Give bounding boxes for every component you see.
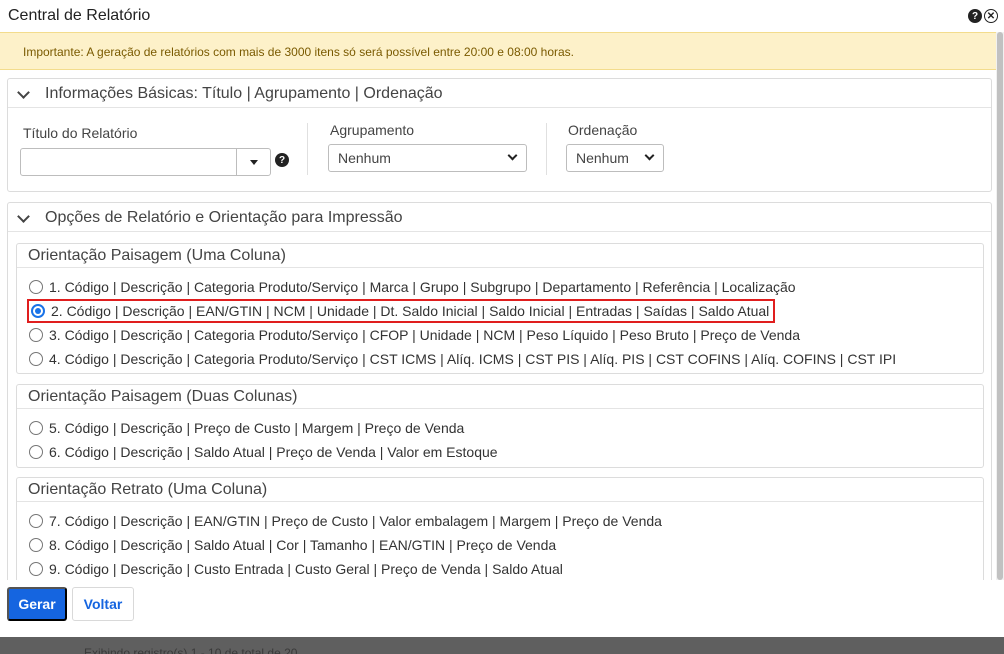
chevron-down-icon	[17, 86, 30, 99]
group-title: Orientação Paisagem (Uma Coluna)	[28, 247, 286, 264]
ordering-value: Nenhum	[576, 150, 629, 166]
chevron-down-icon	[17, 210, 30, 223]
option-label: 2. Código | Descrição | EAN/GTIN | NCM |…	[51, 303, 770, 319]
notice-text: Importante: A geração de relatórios com …	[23, 45, 574, 59]
vertical-scrollbar[interactable]	[996, 32, 1004, 580]
radio-option-3[interactable]	[29, 328, 43, 342]
radio-option-7[interactable]	[29, 514, 43, 528]
radio-option-5[interactable]	[29, 421, 43, 435]
option-label: 1. Código | Descrição | Categoria Produt…	[49, 279, 796, 295]
radio-option-4[interactable]	[29, 352, 43, 366]
chevron-down-icon	[644, 150, 655, 161]
grouping-label: Agrupamento	[330, 122, 415, 138]
radio-option-8[interactable]	[29, 538, 43, 552]
report-option-3[interactable]: 3. Código | Descrição | Categoria Produt…	[29, 324, 800, 346]
scrollbar-thumb[interactable]	[997, 32, 1003, 580]
radio-option-6[interactable]	[29, 445, 43, 459]
combo-divider	[236, 149, 237, 175]
option-label: 5. Código | Descrição | Preço de Custo |…	[49, 420, 465, 436]
group-header: Orientação Paisagem (Uma Coluna)	[17, 244, 983, 268]
basic-info-header[interactable]: Informações Básicas: Título | Agrupament…	[8, 79, 991, 108]
title-help-icon[interactable]: ?	[275, 153, 289, 167]
option-label: 9. Código | Descrição | Custo Entrada | …	[49, 561, 563, 577]
caret-down-icon[interactable]	[250, 160, 258, 165]
basic-info-panel: Informações Básicas: Título | Agrupament…	[7, 78, 992, 192]
option-label: 6. Código | Descrição | Saldo Atual | Pr…	[49, 444, 498, 460]
field-separator	[307, 123, 308, 175]
report-option-2[interactable]: 2. Código | Descrição | EAN/GTIN | NCM |…	[27, 299, 776, 323]
field-separator	[546, 123, 547, 175]
help-icon[interactable]: ?	[968, 9, 982, 23]
report-option-7[interactable]: 7. Código | Descrição | EAN/GTIN | Preço…	[29, 510, 662, 532]
report-option-9[interactable]: 9. Código | Descrição | Custo Entrada | …	[29, 558, 563, 580]
dialog-title: Central de Relatório	[8, 7, 151, 24]
report-title-label: Título do Relatório	[23, 125, 138, 141]
generate-button[interactable]: Gerar	[7, 587, 67, 621]
option-label: 7. Código | Descrição | EAN/GTIN | Preço…	[49, 513, 662, 529]
report-title-combobox[interactable]	[20, 148, 271, 176]
report-center-dialog: Central de Relatório ? ✕ Importante: A g…	[0, 0, 1004, 637]
group-header: Orientação Retrato (Uma Coluna)	[17, 478, 983, 502]
option-label: 4. Código | Descrição | Categoria Produt…	[49, 351, 897, 367]
report-option-4[interactable]: 4. Código | Descrição | Categoria Produt…	[29, 348, 896, 370]
back-button[interactable]: Voltar	[72, 587, 134, 621]
ordering-select[interactable]: Nenhum	[566, 144, 664, 172]
report-option-6[interactable]: 6. Código | Descrição | Saldo Atual | Pr…	[29, 441, 498, 463]
radio-option-2[interactable]	[31, 304, 45, 318]
basic-info-title: Informações Básicas: Título | Agrupament…	[45, 85, 443, 102]
portrait-one-column-group: Orientação Retrato (Uma Coluna) 7. Códig…	[16, 477, 984, 580]
ordering-label: Ordenação	[568, 122, 638, 138]
landscape-one-column-group: Orientação Paisagem (Uma Coluna) 1. Códi…	[16, 243, 984, 374]
dialog-body: Importante: A geração de relatórios com …	[0, 32, 996, 580]
option-label: 8. Código | Descrição | Saldo Atual | Co…	[49, 537, 557, 553]
grouping-select[interactable]: Nenhum	[328, 144, 527, 172]
radio-option-9[interactable]	[29, 562, 43, 576]
report-options-title: Opções de Relatório e Orientação para Im…	[45, 209, 403, 226]
dialog-title-bar: Central de Relatório ? ✕	[0, 0, 1004, 32]
report-option-5[interactable]: 5. Código | Descrição | Preço de Custo |…	[29, 417, 464, 439]
close-icon[interactable]: ✕	[984, 9, 998, 23]
title-actions: ? ✕	[968, 9, 998, 23]
grouping-value: Nenhum	[338, 150, 391, 166]
landscape-two-columns-group: Orientação Paisagem (Duas Colunas) 5. Có…	[16, 384, 984, 468]
report-options-panel: Opções de Relatório e Orientação para Im…	[7, 202, 992, 580]
group-title: Orientação Retrato (Uma Coluna)	[28, 481, 268, 498]
report-options-header[interactable]: Opções de Relatório e Orientação para Im…	[8, 203, 991, 232]
important-notice: Importante: A geração de relatórios com …	[0, 32, 996, 70]
radio-option-1[interactable]	[29, 280, 43, 294]
report-option-1[interactable]: 1. Código | Descrição | Categoria Produt…	[29, 276, 796, 298]
option-label: 3. Código | Descrição | Categoria Produt…	[49, 327, 800, 343]
backdrop-status-text: Exibindo registro(s) 1 - 10 de total de …	[84, 646, 298, 654]
group-header: Orientação Paisagem (Duas Colunas)	[17, 385, 983, 409]
chevron-down-icon	[507, 150, 518, 161]
report-option-8[interactable]: 8. Código | Descrição | Saldo Atual | Co…	[29, 534, 556, 556]
dialog-footer: Gerar Voltar	[0, 580, 1004, 637]
group-title: Orientação Paisagem (Duas Colunas)	[28, 388, 298, 405]
